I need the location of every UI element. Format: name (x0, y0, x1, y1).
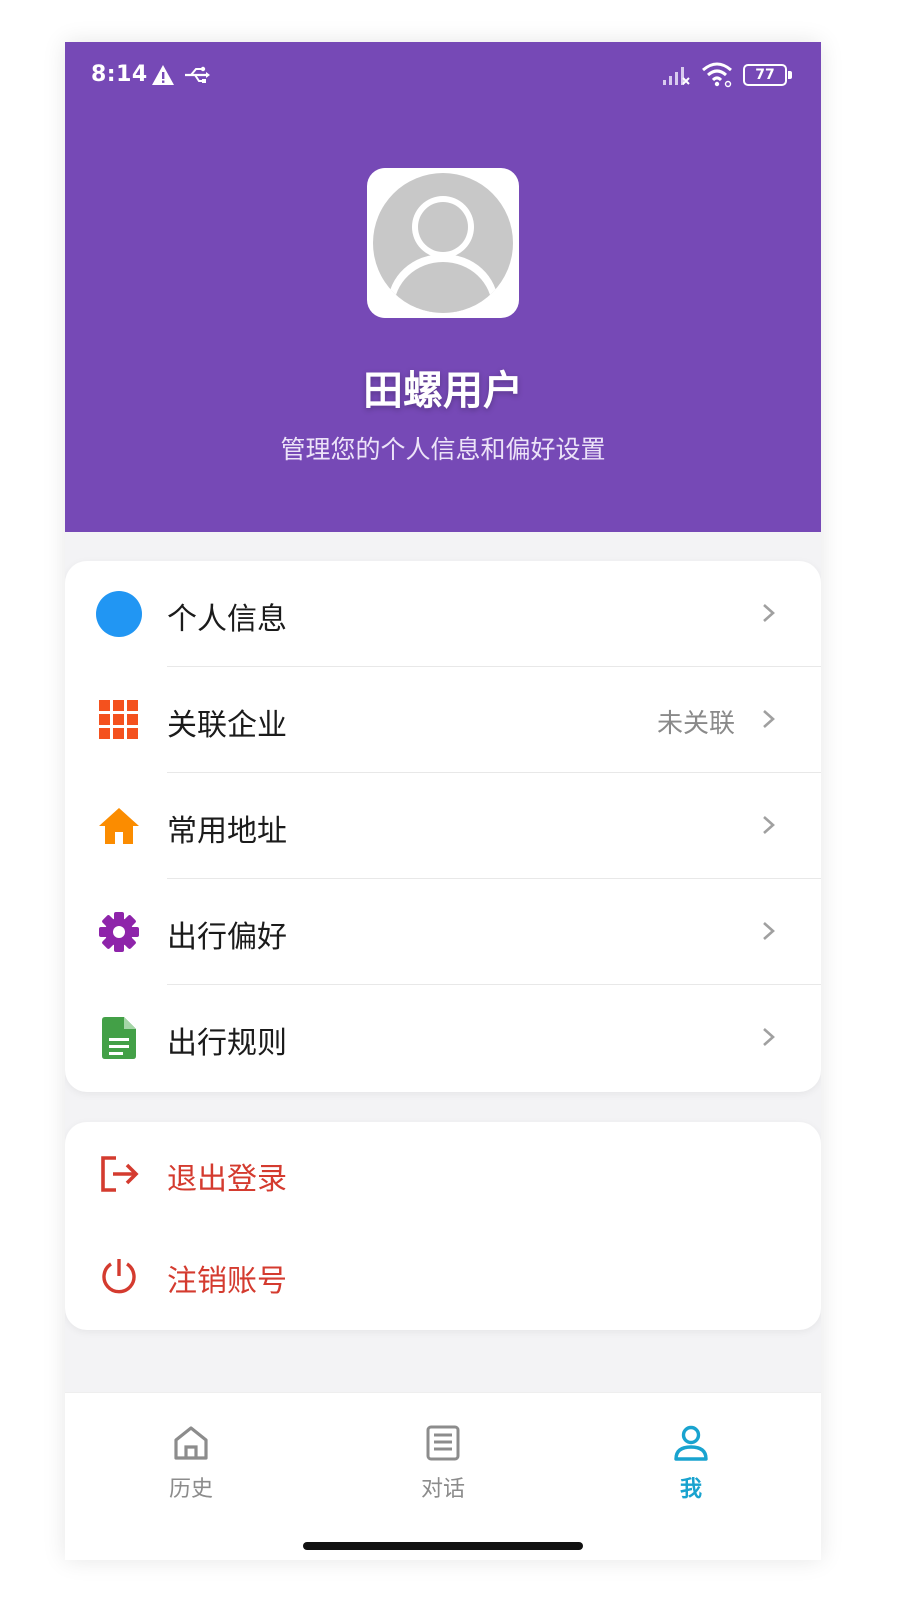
account-card: 退出登录 注销账号 (65, 1122, 821, 1330)
tab-label: 对话 (420, 1477, 465, 1502)
logout-icon (95, 1150, 143, 1198)
signal-icon (663, 67, 690, 85)
gear-icon (95, 908, 143, 956)
tab-history[interactable]: 历史 (121, 1423, 261, 1513)
avatar[interactable] (367, 168, 519, 318)
chevron-right-icon (763, 922, 775, 940)
bottom-tab-bar: 历史 对话 我 (65, 1392, 821, 1560)
tab-chat[interactable]: 对话 (373, 1423, 513, 1513)
logout-button[interactable]: 退出登录 (65, 1124, 821, 1224)
user-icon (674, 1425, 708, 1461)
menu-item-value: 未关联 (656, 709, 735, 739)
wifi-icon (702, 62, 732, 88)
chevron-right-icon (763, 1028, 775, 1046)
menu-item-linked-company[interactable]: 关联企业 未关联 (65, 667, 821, 773)
phone-screen: 8:14 77 田螺用户 管理您的个人信息和偏好设置 个人信息 关联企业 未关联… (65, 42, 821, 1560)
tab-label: 我 (679, 1477, 702, 1502)
battery-level: 77 (743, 64, 787, 86)
menu-item-personal-info[interactable]: 个人信息 (65, 561, 821, 667)
grid-icon (95, 696, 143, 744)
menu-item-label: 出行规则 (167, 1026, 287, 1061)
home-outline-icon (174, 1426, 208, 1460)
menu-item-travel-preference[interactable]: 出行偏好 (65, 879, 821, 985)
tab-me[interactable]: 我 (621, 1423, 761, 1513)
document-icon (95, 1014, 143, 1062)
menu-item-label: 常用地址 (167, 814, 287, 849)
home-indicator[interactable] (303, 1542, 583, 1550)
chevron-right-icon (763, 604, 775, 622)
home-icon (95, 802, 143, 850)
menu-item-travel-rules[interactable]: 出行规则 (65, 985, 821, 1091)
default-user-avatar-icon (373, 173, 513, 313)
blue-circle-icon (95, 590, 143, 638)
profile-name: 田螺用户 (363, 368, 523, 414)
settings-card: 个人信息 关联企业 未关联 常用地址 出行偏好 出行规则 (65, 561, 821, 1092)
profile-subtitle: 管理您的个人信息和偏好设置 (280, 435, 606, 464)
menu-item-label: 关联企业 (167, 708, 287, 743)
status-time: 8:14 (91, 62, 148, 87)
menu-item-label: 出行偏好 (167, 920, 287, 955)
menu-item-label: 个人信息 (167, 602, 287, 637)
battery-tip (788, 71, 792, 79)
list-icon (426, 1425, 460, 1461)
cancel-account-label: 注销账号 (167, 1264, 287, 1299)
power-icon (95, 1252, 143, 1300)
tab-label: 历史 (168, 1477, 213, 1502)
chevron-right-icon (763, 710, 775, 728)
logout-label: 退出登录 (167, 1162, 287, 1197)
chevron-right-icon (763, 816, 775, 834)
cancel-account-button[interactable]: 注销账号 (65, 1226, 821, 1326)
battery-indicator: 77 (743, 64, 793, 86)
menu-item-common-address[interactable]: 常用地址 (65, 773, 821, 879)
status-bar: 8:14 77 (65, 42, 821, 108)
warning-icon (152, 65, 174, 85)
profile-header: 8:14 77 田螺用户 管理您的个人信息和偏好设置 (65, 42, 821, 532)
usb-icon (185, 66, 210, 83)
